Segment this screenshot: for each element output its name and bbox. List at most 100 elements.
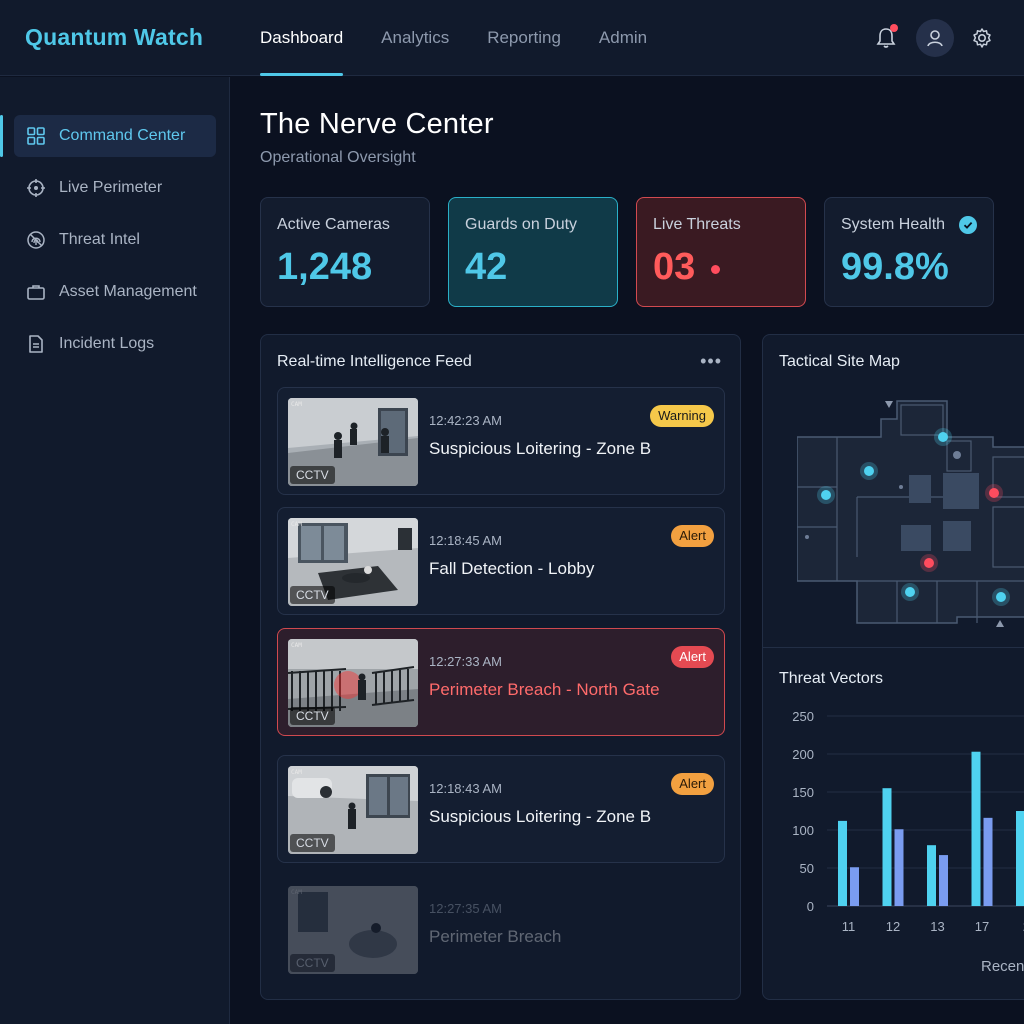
sidebar-item-label: Threat Intel bbox=[59, 231, 140, 248]
y-tick-label: 50 bbox=[800, 861, 814, 876]
intelligence-feed-panel: Real-time Intelligence Feed ••• CAM CCTV… bbox=[260, 334, 741, 1000]
feed-timestamp: 12:18:43 AM bbox=[429, 781, 502, 796]
sidebar-item-asset-management[interactable]: Asset Management bbox=[14, 271, 216, 313]
more-options-icon[interactable]: ••• bbox=[700, 351, 722, 372]
feed-item[interactable]: CAM CCTV 12:27:35 AM Perimeter Breach bbox=[277, 875, 725, 983]
stat-value: 03 bbox=[653, 246, 696, 288]
feed-title: Fall Detection - Lobby bbox=[429, 559, 595, 578]
bar bbox=[1016, 811, 1024, 906]
bar bbox=[850, 867, 859, 906]
live-dot-icon bbox=[711, 265, 720, 274]
sidebar-item-live-perimeter[interactable]: Live Perimeter bbox=[14, 167, 216, 209]
feed-title: Perimeter Breach bbox=[429, 927, 562, 946]
camera-id: CAM bbox=[291, 642, 302, 649]
page-title: The Nerve Center bbox=[260, 108, 494, 140]
threat-vectors-chart[interactable]: 050100150200250111213172 bbox=[763, 695, 1024, 935]
x-tick-label: 11 bbox=[842, 919, 856, 934]
stat-label: System Health bbox=[841, 216, 946, 233]
notification-dot bbox=[890, 24, 898, 32]
bar bbox=[882, 788, 892, 906]
grid-icon bbox=[26, 126, 46, 146]
panel-title: Threat Vectors bbox=[779, 670, 884, 687]
tab-analytics[interactable]: Analytics bbox=[362, 0, 468, 76]
feed-title: Perimeter Breach - North Gate bbox=[429, 680, 660, 699]
page-subtitle: Operational Oversight bbox=[260, 149, 416, 166]
feed-timestamp: 12:27:33 AM bbox=[429, 654, 502, 669]
cctv-tag: CCTV bbox=[290, 834, 335, 852]
sidebar-item-label: Asset Management bbox=[59, 283, 197, 300]
x-tick-label: 17 bbox=[975, 919, 989, 934]
camera-thumbnail: CAM CCTV bbox=[288, 766, 418, 854]
user-avatar-icon[interactable] bbox=[916, 19, 954, 57]
briefcase-icon bbox=[26, 282, 46, 302]
top-bar: Quantum Watch Dashboard Analytics Report… bbox=[0, 0, 1024, 76]
active-indicator bbox=[0, 115, 3, 157]
camera-id: CAM bbox=[291, 889, 302, 896]
stat-label: Active Cameras bbox=[277, 216, 390, 233]
camera-id: CAM bbox=[291, 401, 302, 408]
y-tick-label: 250 bbox=[792, 709, 814, 724]
tab-admin[interactable]: Admin bbox=[580, 0, 666, 76]
feed-item[interactable]: CAM CCTV 12:18:45 AM Fall Detection - Lo… bbox=[277, 507, 725, 615]
bar bbox=[838, 820, 847, 906]
fingerprint-icon bbox=[26, 230, 46, 250]
y-tick-label: 150 bbox=[792, 785, 814, 800]
feed-item[interactable]: CAM CCTV 12:42:23 AM Suspicious Loiterin… bbox=[277, 387, 725, 495]
sidebar-item-command-center[interactable]: Command Center bbox=[14, 115, 216, 157]
stat-active-cameras[interactable]: Active Cameras 1,248 bbox=[260, 197, 430, 307]
sidebar-item-threat-intel[interactable]: Threat Intel bbox=[14, 219, 216, 261]
status-badge: Alert bbox=[671, 773, 714, 795]
gear-icon[interactable] bbox=[970, 26, 994, 50]
tab-reporting[interactable]: Reporting bbox=[468, 0, 580, 76]
stat-value: 42 bbox=[465, 246, 508, 288]
x-tick-label: 12 bbox=[886, 919, 900, 934]
cctv-tag: CCTV bbox=[290, 707, 335, 725]
stat-value: 1,248 bbox=[277, 246, 373, 288]
camera-thumbnail: CAM CCTV bbox=[288, 639, 418, 727]
tab-dashboard[interactable]: Dashboard bbox=[241, 0, 362, 76]
stat-system-health[interactable]: System Health 99.8% bbox=[824, 197, 994, 307]
feed-timestamp: 12:42:23 AM bbox=[429, 413, 502, 428]
sidebar-item-label: Command Center bbox=[59, 127, 186, 144]
cctv-tag: CCTV bbox=[290, 586, 335, 604]
bar bbox=[894, 829, 904, 906]
sidebar-item-label: Live Perimeter bbox=[59, 179, 163, 196]
bar bbox=[939, 855, 948, 906]
camera-thumbnail: CAM CCTV bbox=[288, 398, 418, 486]
status-badge: Warning bbox=[650, 405, 714, 427]
chart-footer-label: Recen bbox=[981, 958, 1024, 975]
brand-logo[interactable]: Quantum Watch bbox=[25, 24, 203, 51]
bell-icon[interactable] bbox=[874, 24, 898, 52]
camera-id: CAM bbox=[291, 521, 302, 528]
site-map[interactable] bbox=[797, 397, 1024, 631]
stat-value: 99.8% bbox=[841, 246, 949, 288]
feed-title: Suspicious Loitering - Zone B bbox=[429, 439, 652, 458]
main-nav: Dashboard Analytics Reporting Admin bbox=[241, 0, 666, 76]
sidebar: Command Center Live Perimeter Threat Int… bbox=[0, 77, 230, 1024]
y-tick-label: 200 bbox=[792, 747, 814, 762]
feed-item[interactable]: CAM CCTV 12:18:43 AM Suspicious Loiterin… bbox=[277, 755, 725, 863]
stat-label: Guards on Duty bbox=[465, 216, 578, 233]
feed-title: Suspicious Loitering - Zone B bbox=[429, 807, 652, 826]
crosshair-icon bbox=[26, 178, 46, 198]
feed-item-critical[interactable]: CAM CCTV 12:27:33 AM Perimeter Breach - … bbox=[277, 628, 725, 736]
stat-guards-on-duty[interactable]: Guards on Duty 42 bbox=[448, 197, 618, 307]
sidebar-item-incident-logs[interactable]: Incident Logs bbox=[14, 323, 216, 365]
check-icon bbox=[959, 216, 977, 234]
camera-thumbnail: CAM CCTV bbox=[288, 886, 418, 974]
status-badge: Alert bbox=[671, 525, 714, 547]
feed-timestamp: 12:18:45 AM bbox=[429, 533, 502, 548]
y-tick-label: 0 bbox=[807, 899, 814, 914]
document-icon bbox=[26, 334, 46, 354]
panel-title: Tactical Site Map bbox=[779, 353, 900, 370]
bar bbox=[983, 817, 993, 906]
feed-timestamp: 12:27:35 AM bbox=[429, 901, 502, 916]
stat-label: Live Threats bbox=[653, 216, 741, 233]
sidebar-item-label: Incident Logs bbox=[59, 335, 155, 352]
bar bbox=[971, 751, 981, 906]
cctv-tag: CCTV bbox=[290, 954, 335, 972]
stat-live-threats[interactable]: Live Threats 03 bbox=[636, 197, 806, 307]
panel-title: Real-time Intelligence Feed bbox=[277, 353, 472, 370]
camera-thumbnail: CAM CCTV bbox=[288, 518, 418, 606]
status-badge: Alert bbox=[671, 646, 714, 668]
